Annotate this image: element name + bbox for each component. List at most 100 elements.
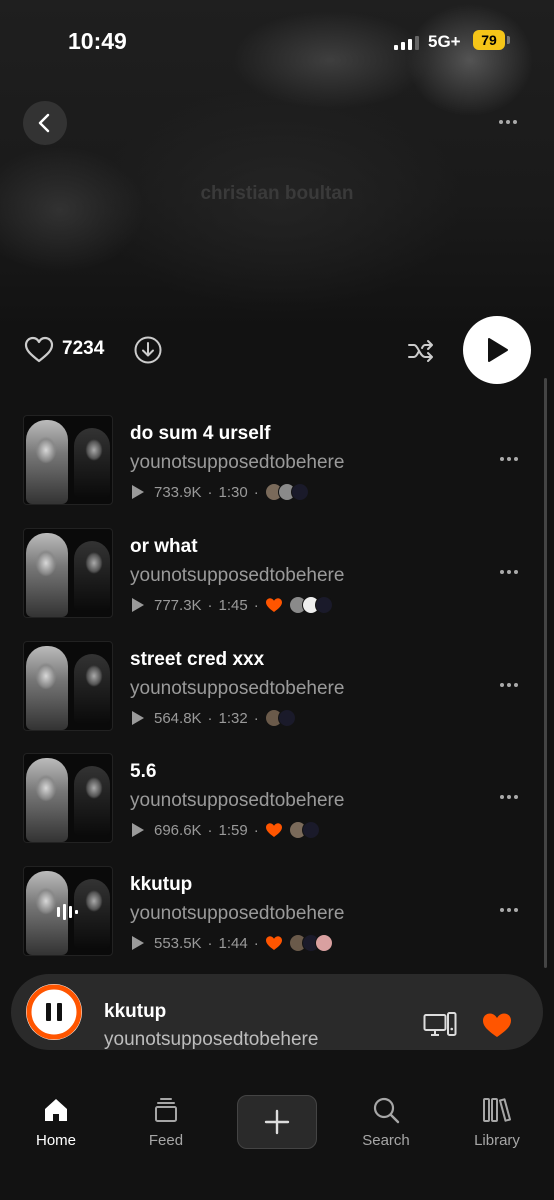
meta-separator: ·	[207, 709, 213, 727]
reposter-avatars	[288, 596, 333, 614]
now-playing-title: kkutup	[104, 1001, 167, 1022]
signal-icon	[394, 36, 419, 50]
reposter-avatars	[288, 934, 333, 952]
search-icon	[370, 1094, 402, 1126]
track-more-button[interactable]	[493, 449, 525, 469]
download-icon[interactable]	[133, 335, 163, 365]
track-row[interactable]: 5.6 younotsupposedtobehere 696.6K · 1:59 ·	[0, 753, 544, 845]
play-count-icon	[132, 936, 144, 950]
scrollbar[interactable]	[544, 378, 547, 968]
track-more-button[interactable]	[493, 562, 525, 582]
artwork-figure	[26, 758, 68, 842]
artwork-figure	[26, 420, 68, 504]
track-duration: 1:32	[218, 709, 248, 727]
reposter-avatar	[314, 596, 333, 614]
track-artwork	[23, 528, 113, 618]
playlist-actions: 7234	[0, 316, 554, 386]
home-icon	[40, 1094, 72, 1126]
track-title: do sum 4 urself	[130, 423, 271, 444]
track-title: kkutup	[130, 874, 193, 895]
more-icon	[500, 570, 518, 574]
track-duration: 1:30	[218, 483, 248, 501]
track-meta: 564.8K · 1:32 ·	[132, 708, 296, 728]
plus-icon	[264, 1109, 290, 1135]
status-bar: 10:49 5G+ 79	[0, 0, 554, 84]
track-meta: 696.6K · 1:59 ·	[132, 820, 320, 840]
track-more-button[interactable]	[493, 900, 525, 920]
track-plays: 564.8K	[154, 709, 202, 727]
more-icon	[500, 457, 518, 461]
feed-icon	[150, 1094, 182, 1126]
track-row[interactable]: street cred xxx younotsupposedtobehere 564…	[0, 641, 544, 733]
artwork-figure	[74, 428, 110, 498]
track-more-button[interactable]	[493, 787, 525, 807]
status-time: 10:49	[68, 28, 127, 54]
play-count-icon	[132, 485, 144, 499]
reposter-avatars	[264, 483, 309, 501]
meta-separator: ·	[207, 934, 213, 952]
playlist-title: christian boultan	[200, 183, 354, 204]
artwork-figure	[26, 646, 68, 730]
reposter-avatars	[288, 821, 320, 839]
track-duration: 1:59	[218, 821, 248, 839]
tab-feed[interactable]: Feed	[116, 1094, 216, 1149]
track-plays: 553.5K	[154, 934, 202, 952]
track-plays: 696.6K	[154, 821, 202, 839]
more-icon	[500, 683, 518, 687]
tab-label-library: Library	[474, 1132, 520, 1149]
track-plays: 777.3K	[154, 596, 202, 614]
like-count: 7234	[62, 338, 105, 359]
meta-separator: ·	[253, 483, 259, 501]
reposter-avatars	[264, 709, 296, 727]
track-title: or what	[130, 536, 198, 557]
meta-separator: ·	[253, 709, 259, 727]
track-title: street cred xxx	[130, 649, 265, 670]
liked-heart-icon	[265, 936, 282, 950]
play-count-icon	[132, 598, 144, 612]
heart-outline-icon[interactable]	[24, 335, 54, 365]
track-artwork	[23, 866, 113, 956]
cast-device-icon[interactable]	[423, 1011, 457, 1041]
track-artist: younotsupposedtobehere	[130, 790, 345, 811]
track-meta: 733.9K · 1:30 ·	[132, 482, 309, 502]
track-artist: younotsupposedtobehere	[130, 565, 345, 586]
reposter-avatar	[277, 709, 296, 727]
track-artwork	[23, 415, 113, 505]
track-row[interactable]: or what younotsupposedtobehere 777.3K · 1:45…	[0, 528, 544, 620]
tab-library[interactable]: Library	[447, 1094, 547, 1149]
track-row[interactable]: kkutup younotsupposedtobehere 553.5K · 1:44 ·	[0, 866, 544, 958]
heart-filled-icon[interactable]	[481, 1011, 513, 1039]
shuffle-icon[interactable]	[406, 336, 436, 366]
track-more-button[interactable]	[493, 675, 525, 695]
more-icon	[500, 908, 518, 912]
reposter-avatar	[301, 821, 320, 839]
track-meta: 777.3K · 1:45 ·	[132, 595, 333, 615]
track-title: 5.6	[130, 761, 157, 782]
track-duration: 1:45	[218, 596, 248, 614]
battery-icon: 79	[473, 30, 505, 50]
tab-search[interactable]: Search	[336, 1094, 436, 1149]
mini-player[interactable]: kkutup younotsupposedtobehere	[11, 974, 543, 1050]
network-label: 5G+	[428, 32, 461, 51]
artwork-figure	[74, 879, 110, 949]
meta-separator: ·	[253, 596, 259, 614]
liked-heart-icon	[265, 823, 282, 837]
now-playing-artist: younotsupposedtobehere	[104, 1029, 319, 1050]
tab-label-home: Home	[35, 1132, 76, 1149]
tab-home[interactable]: Home	[6, 1094, 106, 1149]
chevron-left-icon	[38, 113, 50, 133]
track-row[interactable]: do sum 4 urself younotsupposedtobehere 733…	[0, 415, 544, 507]
back-button[interactable]	[23, 101, 67, 145]
reposter-avatar	[290, 483, 309, 501]
meta-separator: ·	[207, 821, 213, 839]
upload-button[interactable]	[237, 1095, 317, 1149]
track-artist: younotsupposedtobehere	[130, 678, 345, 699]
progress-ring	[26, 984, 82, 1040]
play-count-icon	[132, 823, 144, 837]
track-meta: 553.5K · 1:44 ·	[132, 933, 333, 953]
play-all-button[interactable]	[463, 316, 531, 384]
artwork-figure	[74, 766, 110, 836]
more-options-button[interactable]	[492, 112, 524, 132]
track-artist: younotsupposedtobehere	[130, 903, 345, 924]
track-artwork	[23, 641, 113, 731]
